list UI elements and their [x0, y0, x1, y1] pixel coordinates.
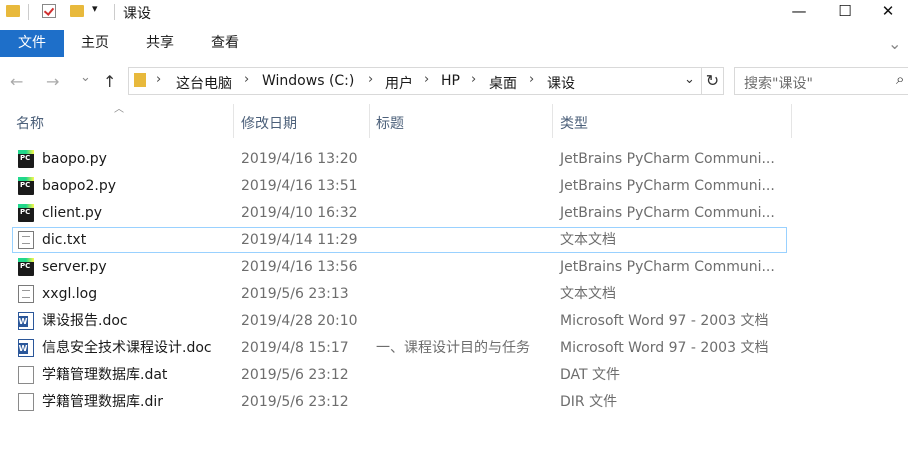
file-modified-date: 2019/4/16 13:20 — [241, 151, 358, 167]
file-type: JetBrains PyCharm Communi... — [560, 259, 775, 275]
file-title: 一、课程设计目的与任务 — [376, 340, 530, 356]
window-title: 课设 — [123, 6, 151, 22]
breadcrumb-separator[interactable]: › — [368, 72, 373, 87]
column-divider[interactable] — [791, 104, 792, 138]
word-doc-icon: W — [18, 312, 34, 330]
file-modified-date: 2019/4/14 11:29 — [241, 232, 358, 248]
breadcrumb-this-pc[interactable]: 这台电脑 — [176, 73, 232, 93]
maximize-button[interactable]: ☐ — [822, 0, 868, 24]
customize-toolbar-icon[interactable]: ▾ — [92, 2, 98, 15]
word-doc-icon: W — [18, 339, 34, 357]
forward-button[interactable]: → — [46, 72, 59, 91]
address-history-icon[interactable]: ⌄ — [684, 72, 695, 87]
generic-file-icon — [18, 393, 34, 411]
file-type: JetBrains PyCharm Communi... — [560, 205, 775, 221]
breadcrumb-separator[interactable]: › — [529, 72, 534, 87]
file-name: xxgl.log — [42, 286, 98, 302]
column-header-name[interactable]: 名称 — [16, 113, 44, 133]
folder-icon — [134, 73, 146, 87]
file-modified-date: 2019/5/6 23:13 — [241, 286, 349, 302]
tab-file[interactable]: 文件 — [0, 30, 64, 57]
divider — [28, 4, 29, 20]
file-modified-date: 2019/5/6 23:12 — [241, 394, 349, 410]
back-button[interactable]: ← — [10, 72, 23, 91]
tab-view[interactable]: 查看 — [211, 30, 239, 57]
column-divider[interactable] — [552, 104, 553, 138]
ribbon-expand-icon[interactable]: ⌄ — [888, 34, 901, 53]
file-type: DAT 文件 — [560, 367, 621, 383]
divider — [114, 4, 115, 20]
column-divider[interactable] — [369, 104, 370, 138]
column-header-type[interactable]: 类型 — [560, 113, 588, 133]
file-name: baopo2.py — [42, 178, 117, 194]
search-input[interactable]: 搜索"课设" — [744, 73, 813, 93]
tab-home[interactable]: 主页 — [81, 30, 109, 57]
column-divider[interactable] — [233, 104, 234, 138]
file-modified-date: 2019/4/10 16:32 — [241, 205, 358, 221]
new-folder-icon[interactable] — [70, 5, 84, 17]
breadcrumb-desktop[interactable]: 桌面 — [489, 73, 517, 93]
up-button[interactable]: ↑ — [103, 72, 116, 91]
pycharm-icon: PC — [18, 204, 34, 222]
column-header-title[interactable]: 标题 — [376, 113, 404, 133]
file-modified-date: 2019/4/28 20:10 — [241, 313, 358, 329]
file-modified-date: 2019/5/6 23:12 — [241, 367, 349, 383]
file-row[interactable] — [12, 281, 787, 307]
search-icon[interactable]: ⌕ — [896, 70, 904, 88]
file-type: JetBrains PyCharm Communi... — [560, 151, 775, 167]
file-modified-date: 2019/4/8 15:17 — [241, 340, 349, 356]
breadcrumb-current[interactable]: 课设 — [547, 73, 575, 93]
recent-locations-button[interactable]: ⌄ — [80, 70, 91, 85]
file-name: 学籍管理数据库.dat — [42, 367, 168, 383]
file-type: JetBrains PyCharm Communi... — [560, 178, 775, 194]
file-name: 学籍管理数据库.dir — [42, 394, 163, 410]
file-name: baopo.py — [42, 151, 107, 167]
breadcrumb-separator[interactable]: › — [471, 72, 476, 87]
file-modified-date: 2019/4/16 13:51 — [241, 178, 358, 194]
text-file-icon — [18, 231, 34, 249]
breadcrumb-hp[interactable]: HP — [441, 73, 460, 89]
breadcrumb-separator[interactable]: › — [244, 72, 249, 87]
generic-file-icon — [18, 366, 34, 384]
folder-icon — [6, 5, 20, 17]
file-name: 课设报告.doc — [42, 313, 128, 329]
file-name: 信息安全技术课程设计.doc — [42, 340, 212, 356]
file-type: DIR 文件 — [560, 394, 618, 410]
pycharm-icon: PC — [18, 258, 34, 276]
refresh-button[interactable]: ↻ — [702, 67, 724, 95]
file-row[interactable] — [12, 227, 787, 253]
breadcrumb-separator[interactable]: › — [424, 72, 429, 87]
sort-ascending-icon: ︿ — [114, 104, 124, 115]
pycharm-icon: PC — [18, 177, 34, 195]
properties-icon[interactable] — [42, 4, 56, 18]
file-type: Microsoft Word 97 - 2003 文档 — [560, 340, 769, 356]
close-button[interactable]: ✕ — [868, 0, 908, 24]
file-name: dic.txt — [42, 232, 87, 248]
minimize-button[interactable]: — — [776, 0, 822, 24]
file-type: 文本文档 — [560, 286, 616, 302]
file-name: server.py — [42, 259, 107, 275]
file-name: client.py — [42, 205, 103, 221]
column-header-date[interactable]: 修改日期 — [241, 113, 297, 133]
file-type: Microsoft Word 97 - 2003 文档 — [560, 313, 769, 329]
breadcrumb-drive[interactable]: Windows (C:) — [262, 73, 354, 89]
pycharm-icon: PC — [18, 150, 34, 168]
file-type: 文本文档 — [560, 232, 616, 248]
text-file-icon — [18, 285, 34, 303]
breadcrumb-separator[interactable]: › — [156, 72, 161, 87]
file-modified-date: 2019/4/16 13:56 — [241, 259, 358, 275]
tab-share[interactable]: 共享 — [146, 30, 174, 57]
breadcrumb-users[interactable]: 用户 — [385, 73, 413, 93]
